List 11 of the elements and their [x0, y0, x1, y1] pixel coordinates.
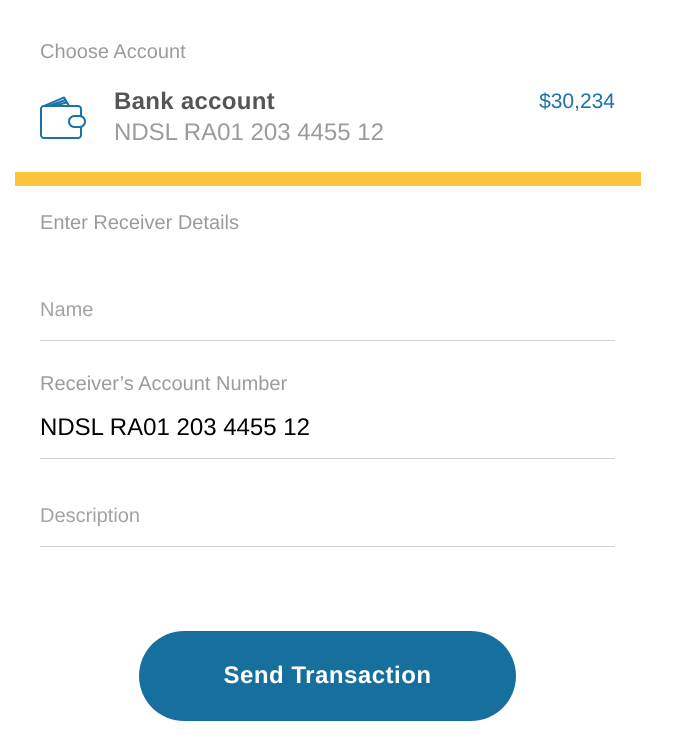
field-label: Receiver’s Account Number [40, 372, 288, 396]
account-name: Bank account [114, 88, 275, 116]
account-number-field[interactable]: NDSL RA01 203 4455 12 [40, 414, 615, 459]
input-field[interactable]: Description [40, 490, 615, 547]
wallet-icon [40, 96, 86, 139]
input-field[interactable]: Name [40, 284, 615, 341]
section-heading: Choose Account [40, 40, 186, 64]
account-number: NDSL RA01 203 4455 12 [114, 119, 384, 147]
send-button[interactable]: Send Transaction [139, 631, 516, 721]
account-balance: $30,234 [539, 89, 615, 115]
section-heading: Enter Receiver Details [40, 211, 239, 235]
